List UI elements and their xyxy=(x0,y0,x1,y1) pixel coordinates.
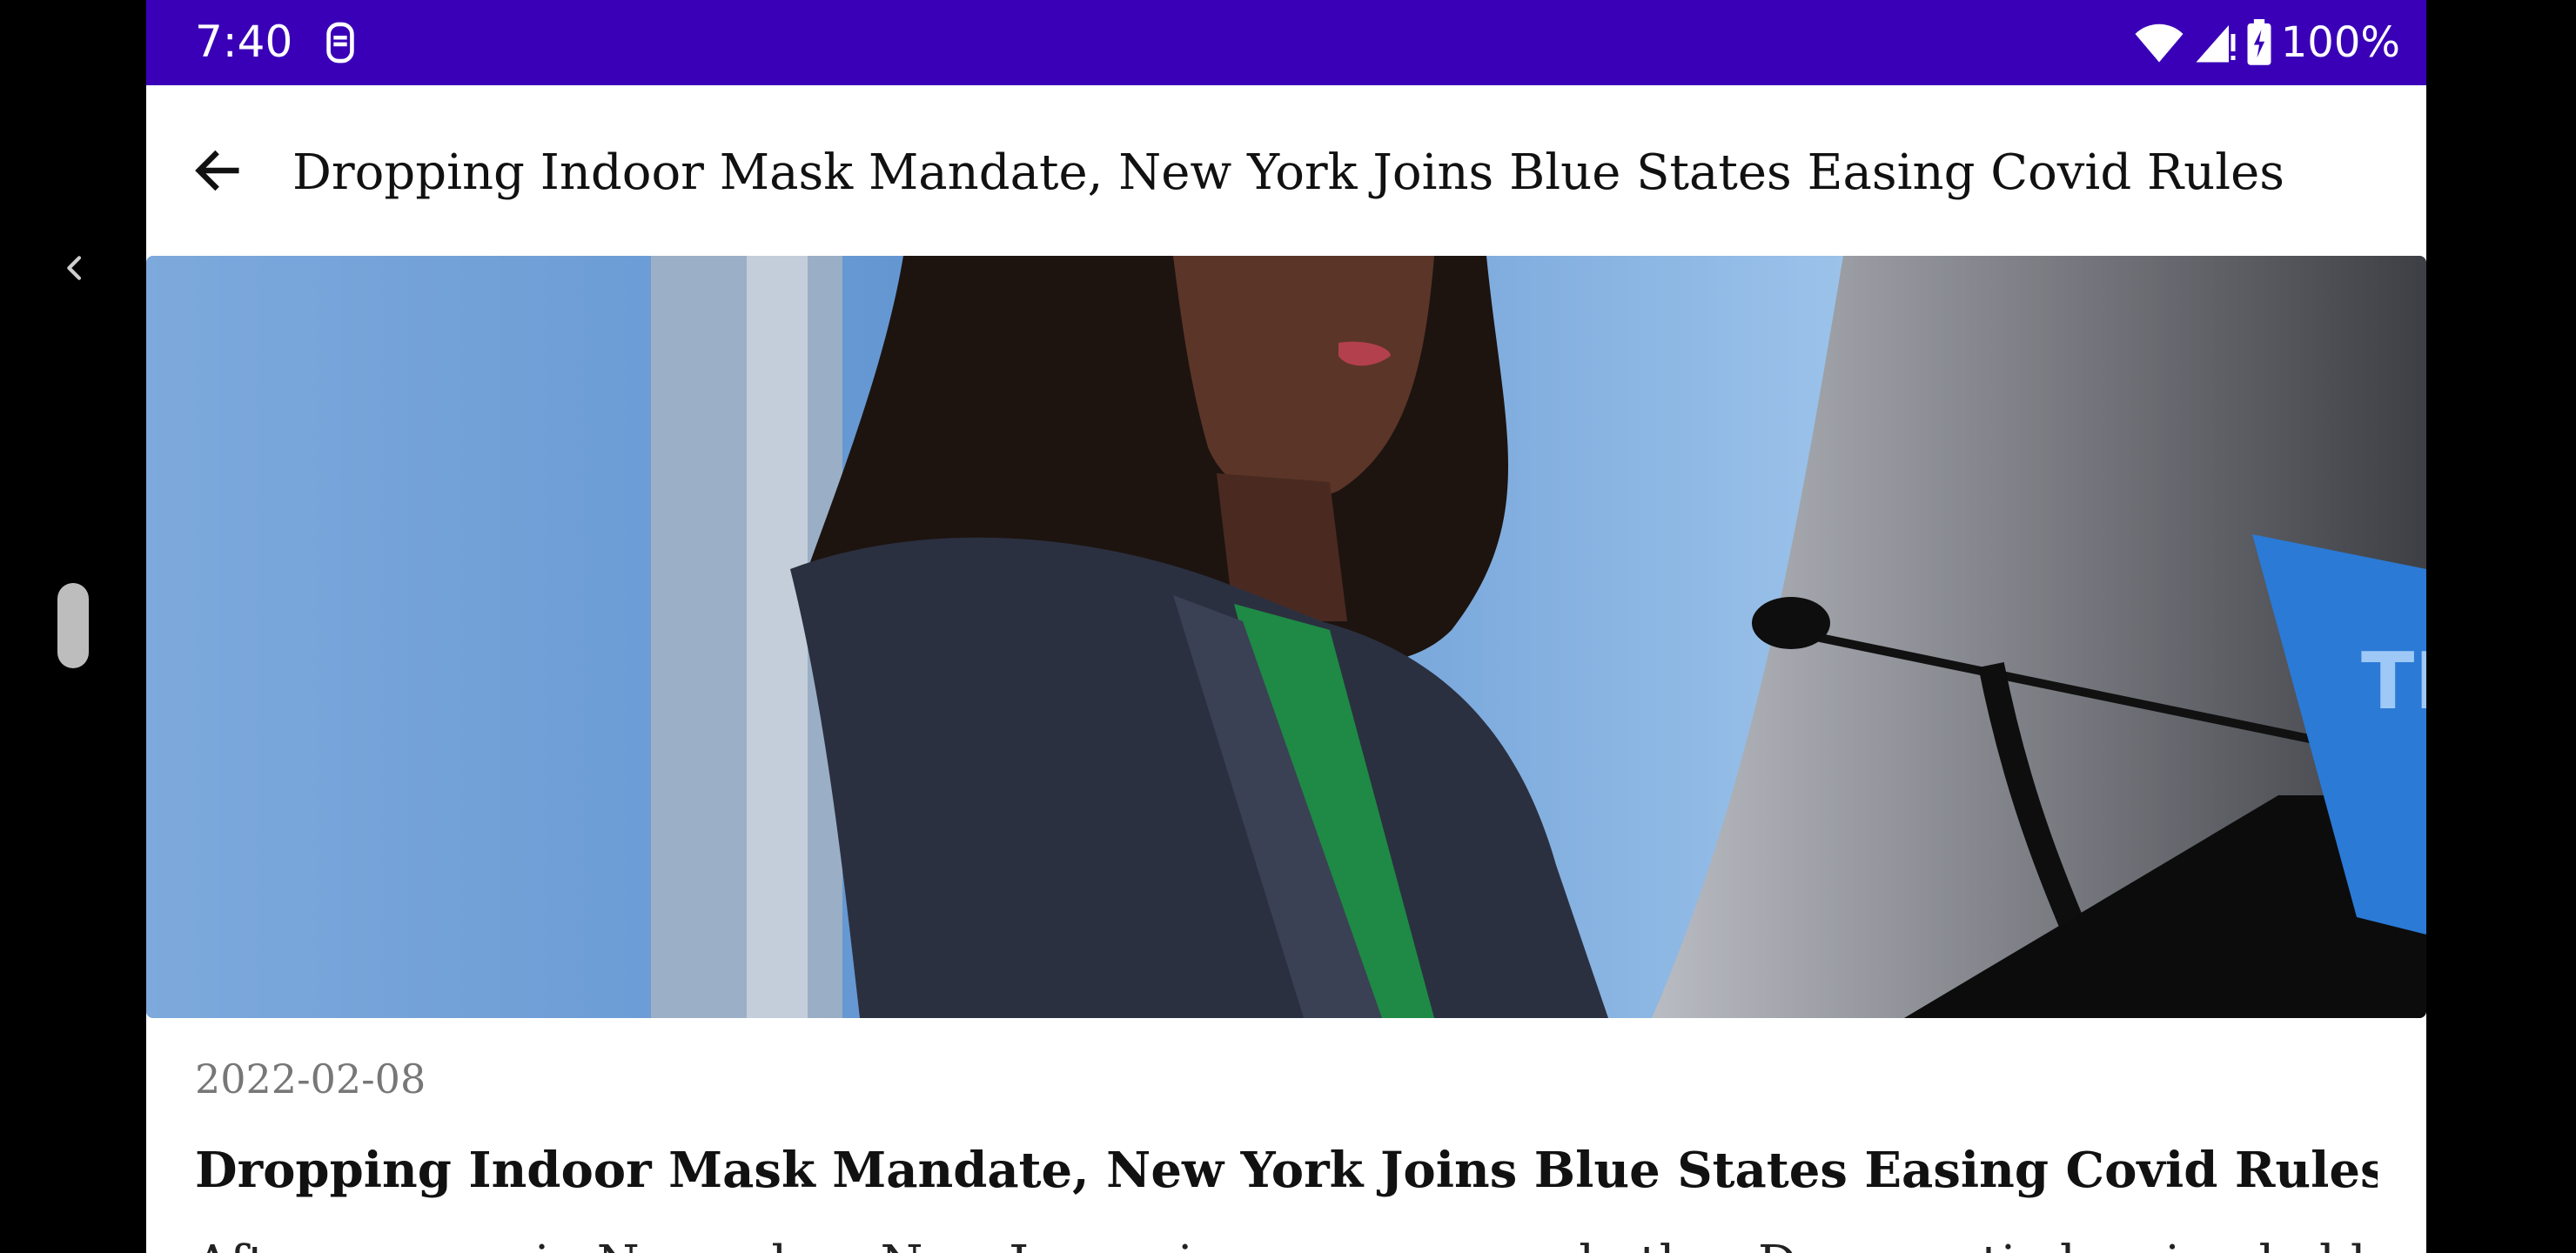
article-headline: Dropping Indoor Mask Mandate, New York J… xyxy=(195,1142,2378,1199)
article-hero-image: TE xyxy=(146,256,2426,1018)
cell-signal-icon xyxy=(2196,25,2236,63)
page-title: Dropping Indoor Mask Mandate, New York J… xyxy=(292,144,2284,201)
left-system-rail xyxy=(0,0,146,1253)
article-body-first-line: After a surge in November, New Jersey is… xyxy=(195,1234,2378,1253)
wifi-icon xyxy=(2135,23,2184,63)
status-time: 7:40 xyxy=(195,17,293,67)
status-right-group: 100% xyxy=(2133,12,2400,73)
sign-lettering: TE xyxy=(2361,636,2426,727)
battery-charging-icon xyxy=(2247,19,2271,65)
drag-handle[interactable] xyxy=(57,583,89,668)
app-window: 7:40 100% Dropping Indoor Mask Mandate, … xyxy=(146,0,2426,1253)
article-date: 2022-02-08 xyxy=(195,1055,426,1102)
chevron-left-icon[interactable] xyxy=(57,251,92,285)
status-bar: 7:40 100% xyxy=(146,0,2426,85)
battery-percent: 100% xyxy=(2280,18,2400,67)
top-app-bar: Dropping Indoor Mask Mandate, New York J… xyxy=(146,85,2426,256)
back-button[interactable] xyxy=(176,129,259,212)
arrow-back-icon xyxy=(195,150,239,191)
right-system-rail xyxy=(2426,0,2576,1253)
hero-photo: TE xyxy=(146,256,2426,1018)
data-saver-icon xyxy=(326,22,354,64)
